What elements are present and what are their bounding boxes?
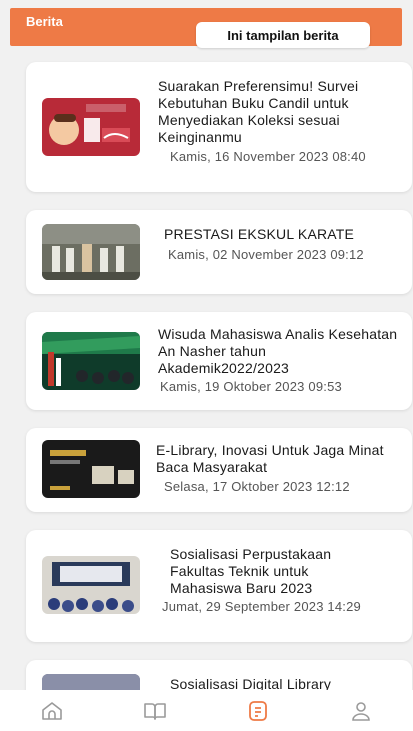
news-date: Kamis, 02 November 2023 09:12 <box>168 247 364 262</box>
news-list[interactable]: Suarakan Preferensimu! Survei Kebutuhan … <box>0 0 413 690</box>
nav-home[interactable] <box>32 696 72 726</box>
news-title: PRESTASI EKSKUL KARATE <box>164 226 355 242</box>
nav-library[interactable] <box>135 696 175 726</box>
nav-profile[interactable] <box>341 696 381 726</box>
news-title: Sosialisasi Perpustakaan Fakultas Teknik… <box>170 546 332 596</box>
page-title: Berita <box>26 14 63 29</box>
news-date: Kamis, 16 November 2023 08:40 <box>170 149 366 164</box>
profile-icon <box>352 701 371 721</box>
tooltip: Ini tampilan berita <box>196 22 370 48</box>
news-thumbnail <box>42 440 140 498</box>
news-card[interactable]: Sosialisasi Digital Library <box>26 660 412 690</box>
news-thumbnail <box>42 224 140 280</box>
book-icon <box>144 702 166 720</box>
news-icon <box>249 700 268 721</box>
news-thumbnail <box>42 98 140 156</box>
news-thumbnail <box>42 332 140 390</box>
news-card[interactable]: Suarakan Preferensimu! Survei Kebutuhan … <box>26 62 412 192</box>
news-title: E-Library, Inovasi Untuk Jaga Minat Baca… <box>156 442 384 475</box>
news-thumbnail <box>42 674 140 690</box>
news-title: Suarakan Preferensimu! Survei Kebutuhan … <box>158 78 359 145</box>
bottom-nav <box>0 690 413 731</box>
news-title: Wisuda Mahasiswa Analis Kesehatan An Nas… <box>158 326 398 376</box>
news-title: Sosialisasi Digital Library <box>170 676 332 690</box>
news-date: Kamis, 19 Oktober 2023 09:53 <box>160 379 342 394</box>
news-date: Selasa, 17 Oktober 2023 12:12 <box>164 479 350 494</box>
news-card[interactable]: Wisuda Mahasiswa Analis Kesehatan An Nas… <box>26 312 412 410</box>
news-card[interactable]: E-Library, Inovasi Untuk Jaga Minat Baca… <box>26 428 412 512</box>
news-date: Jumat, 29 September 2023 14:29 <box>162 599 361 614</box>
news-card[interactable]: PRESTASI EKSKUL KARATE Kamis, 02 Novembe… <box>26 210 412 294</box>
home-icon <box>41 701 62 720</box>
news-card[interactable]: Sosialisasi Perpustakaan Fakultas Teknik… <box>26 530 412 642</box>
news-thumbnail <box>42 556 140 614</box>
nav-news[interactable] <box>238 696 278 726</box>
